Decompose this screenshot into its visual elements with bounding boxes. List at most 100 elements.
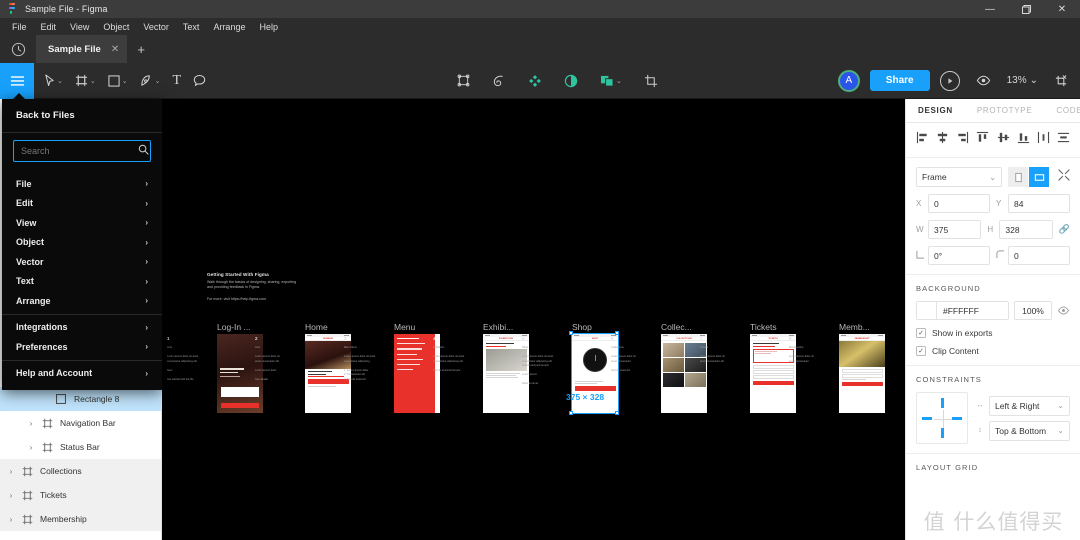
back-to-files-item[interactable]: Back to Files <box>2 99 162 132</box>
menu-item-help-and-account[interactable]: Help and Account › <box>2 364 162 384</box>
chevron-right-icon[interactable]: › <box>4 491 18 500</box>
eye-icon[interactable] <box>970 63 997 99</box>
create-component-icon[interactable] <box>446 63 481 99</box>
color-hex-value[interactable]: #FFFFFF <box>937 306 979 316</box>
crop-icon[interactable] <box>633 63 669 99</box>
tab-prototype[interactable]: PROTOTYPE <box>965 99 1045 123</box>
menu-item-view[interactable]: View › <box>2 213 162 233</box>
search-input[interactable] <box>21 146 138 156</box>
clip-on-button[interactable] <box>1029 167 1049 187</box>
comment-tool[interactable] <box>187 63 212 99</box>
clip-content-checkbox[interactable]: ✓ <box>916 346 926 356</box>
selection-handle-br[interactable] <box>615 411 619 415</box>
tab-design[interactable]: DESIGN <box>906 99 965 123</box>
canvas[interactable]: Getting Started With Figma Walk through … <box>162 99 905 540</box>
board-membership[interactable]: Memb... 8 Membership Lorem ipsum dolor si… <box>789 322 885 413</box>
menu-item-edit[interactable]: Edit › <box>2 194 162 214</box>
zoom-control[interactable]: 13% ⌄ <box>1007 75 1038 86</box>
minimize-button[interactable]: — <box>972 0 1008 18</box>
layer-row-navigation-bar[interactable]: › Navigation Bar <box>0 411 161 435</box>
component-instance-icon[interactable] <box>517 63 553 99</box>
link-ratio-icon[interactable]: 🔗 <box>1059 224 1070 235</box>
show-in-exports-checkbox[interactable]: ✓ <box>916 328 926 338</box>
menu-item-vector[interactable]: Vector › <box>2 252 162 272</box>
menubar-item-view[interactable]: View <box>63 20 96 34</box>
menubar-item-file[interactable]: File <box>5 20 34 34</box>
chevron-down-icon[interactable]: ⌄ <box>90 77 96 85</box>
menu-item-file[interactable]: File › <box>2 174 162 194</box>
search-box[interactable] <box>13 140 151 162</box>
layer-row-collections[interactable]: › Collections <box>0 459 161 483</box>
menubar-item-help[interactable]: Help <box>252 20 285 34</box>
opacity-input[interactable]: 100% <box>1014 301 1052 320</box>
chevron-right-icon[interactable]: › <box>24 419 38 428</box>
object-type-dropdown[interactable]: Frame ⌄ <box>916 167 1002 187</box>
menubar-item-text[interactable]: Text <box>176 20 207 34</box>
align-right-icon[interactable] <box>956 131 969 149</box>
show-in-exports-row[interactable]: ✓ Show in exports <box>916 328 1070 338</box>
layer-row-status-bar[interactable]: › Status Bar <box>0 435 161 459</box>
menubar-item-object[interactable]: Object <box>96 20 136 34</box>
menu-item-text[interactable]: Text › <box>2 272 162 292</box>
text-tool[interactable]: T <box>167 63 188 99</box>
chevron-down-icon[interactable]: ⌄ <box>1030 75 1038 86</box>
background-color-control[interactable]: #FFFFFF <box>916 301 1009 320</box>
close-icon[interactable]: ✕ <box>111 44 119 55</box>
move-tool[interactable]: ⌄ <box>38 63 69 99</box>
chevron-right-icon[interactable]: › <box>4 515 18 524</box>
chevron-down-icon[interactable]: ⌄ <box>57 77 63 85</box>
clip-content-row[interactable]: ✓ Clip Content <box>916 346 1070 356</box>
share-button[interactable]: Share <box>869 70 930 91</box>
tab-code[interactable]: CODE <box>1044 99 1080 123</box>
search-icon[interactable] <box>138 142 149 160</box>
corner-radius-input[interactable]: 0 <box>1008 246 1070 265</box>
horizontal-constraint-dropdown[interactable]: Left & Right ⌄ <box>989 395 1070 416</box>
menu-item-preferences[interactable]: Preferences › <box>2 337 162 357</box>
constraints-widget[interactable] <box>916 392 968 444</box>
y-input[interactable]: 84 <box>1008 194 1070 213</box>
menubar-item-edit[interactable]: Edit <box>34 20 64 34</box>
distribute-vertical-icon[interactable] <box>1057 131 1070 149</box>
layer-row-membership[interactable]: › Membership <box>0 507 161 531</box>
boolean-union-icon[interactable]: ⌄ <box>589 63 633 99</box>
menu-item-integrations[interactable]: Integrations › <box>2 318 162 338</box>
resize-to-fit-icon[interactable] <box>1058 168 1070 186</box>
export-icon[interactable] <box>1048 63 1074 99</box>
new-tab-button[interactable]: + <box>127 35 155 63</box>
layer-row-rectangle-8[interactable]: Rectangle 8 <box>0 387 161 411</box>
eye-icon[interactable] <box>1057 302 1070 320</box>
height-input[interactable]: 328 <box>999 220 1053 239</box>
chevron-right-icon[interactable]: › <box>24 443 38 452</box>
shape-tool[interactable]: ⌄ <box>102 63 134 99</box>
pen-tool[interactable]: ⌄ <box>134 63 167 99</box>
play-icon[interactable] <box>939 70 960 91</box>
color-swatch[interactable] <box>917 302 937 319</box>
menubar-item-arrange[interactable]: Arrange <box>206 20 252 34</box>
menu-item-object[interactable]: Object › <box>2 233 162 253</box>
rotation-input[interactable]: 0° <box>928 246 990 265</box>
width-input[interactable]: 375 <box>928 220 982 239</box>
restore-button[interactable] <box>1008 0 1044 18</box>
selection-handle-bl[interactable] <box>569 411 573 415</box>
align-top-icon[interactable] <box>976 131 989 149</box>
vertical-constraint-dropdown[interactable]: Top & Bottom ⌄ <box>989 420 1070 441</box>
align-vertical-center-icon[interactable] <box>997 131 1010 149</box>
boolean-subtract-icon[interactable] <box>553 63 589 99</box>
file-tab[interactable]: Sample File ✕ <box>36 35 128 63</box>
chevron-down-icon[interactable]: ⌄ <box>155 77 161 85</box>
menubar-item-vector[interactable]: Vector <box>136 20 176 34</box>
recents-icon[interactable] <box>0 35 36 63</box>
layer-row-tickets[interactable]: › Tickets <box>0 483 161 507</box>
use-as-mask-icon[interactable] <box>481 63 517 99</box>
chevron-right-icon[interactable]: › <box>4 467 18 476</box>
distribute-horizontal-icon[interactable] <box>1037 131 1050 149</box>
clip-off-button[interactable] <box>1008 167 1028 187</box>
close-button[interactable]: ✕ <box>1044 0 1080 18</box>
chevron-down-icon[interactable]: ⌄ <box>122 77 128 85</box>
avatar[interactable]: A <box>837 69 860 92</box>
chevron-down-icon[interactable]: ⌄ <box>616 77 622 85</box>
x-input[interactable]: 0 <box>928 194 990 213</box>
selection-handle-tr[interactable] <box>615 331 619 335</box>
align-left-icon[interactable] <box>916 131 929 149</box>
menu-item-arrange[interactable]: Arrange › <box>2 291 162 311</box>
